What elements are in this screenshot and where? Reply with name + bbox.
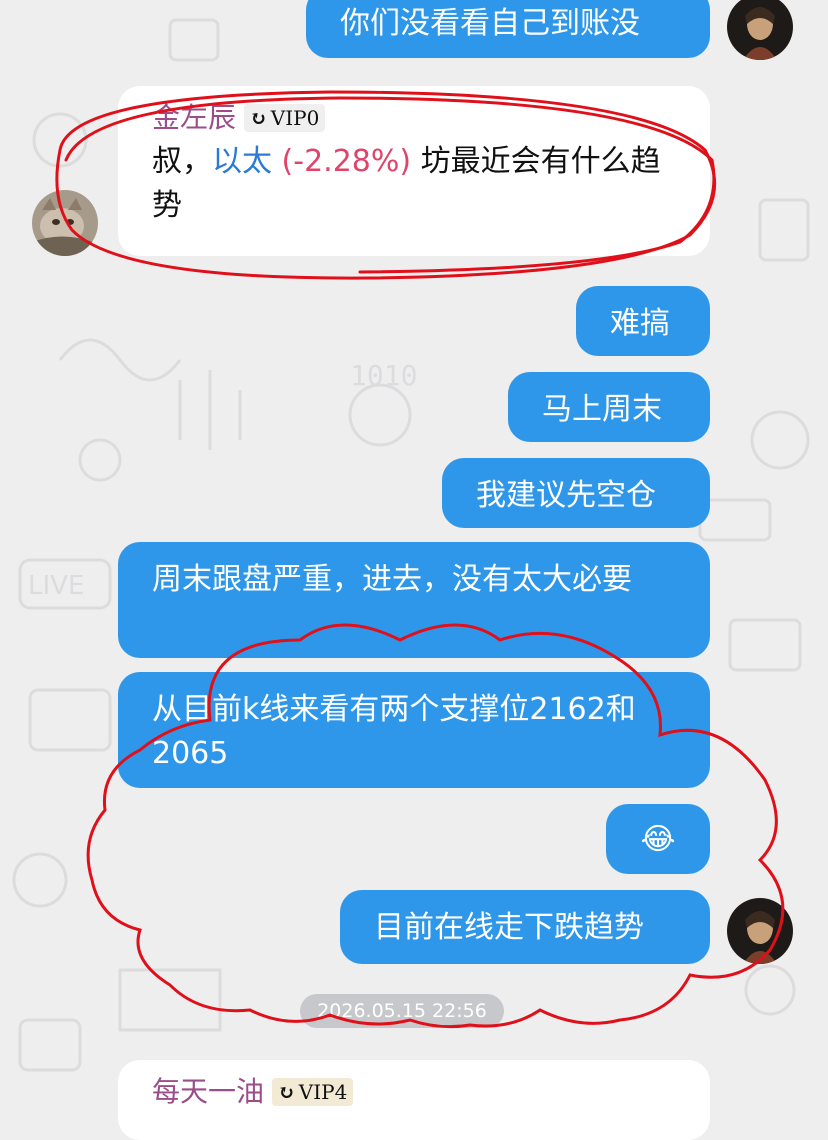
- message-bubble-outgoing[interactable]: 马上周末: [508, 372, 710, 442]
- avatar-self[interactable]: [727, 0, 793, 60]
- vip-badge[interactable]: ↻ VIP4: [272, 1078, 354, 1106]
- vip-swirl-icon: ↻: [278, 1080, 295, 1104]
- message-text: 周末跟盘严重，进去，没有太大必要: [152, 562, 632, 597]
- message-bubble-outgoing[interactable]: 我建议先空仓: [442, 458, 710, 528]
- svg-text:1010: 1010: [350, 359, 417, 392]
- vip-level: VIP0: [270, 106, 320, 130]
- message-text: 你们没看看自己到账没: [340, 6, 640, 41]
- sender-row: 每天一油 ↻ VIP4: [152, 1074, 676, 1110]
- sender-name[interactable]: 每天一油: [152, 1074, 264, 1110]
- svg-text:LIVE: LIVE: [28, 571, 84, 601]
- sender-name[interactable]: 金左辰: [152, 100, 236, 136]
- message-bubble-outgoing[interactable]: 从目前k线来看有两个支撑位2162和2065: [118, 672, 710, 788]
- message-text: 难搞: [610, 306, 670, 341]
- vip-badge[interactable]: ↻ VIP0: [244, 104, 326, 132]
- ticker-link[interactable]: 以太: [212, 144, 272, 179]
- emoji-laughing: 😂: [640, 822, 676, 857]
- message-bubble-outgoing[interactable]: 目前在线走下跌趋势: [340, 890, 710, 964]
- ticker-change[interactable]: (-2.28%): [282, 144, 412, 179]
- timestamp: 2026.05.15 22:56: [300, 994, 504, 1028]
- message-bubble-outgoing[interactable]: 你们没看看自己到账没: [306, 0, 710, 58]
- message-bubble-incoming[interactable]: 每天一油 ↻ VIP4: [118, 1060, 710, 1140]
- message-text: 叔，以太 (-2.28%) 坊最近会有什么趋势: [152, 140, 676, 228]
- message-text: 我建议先空仓: [476, 478, 656, 513]
- message-text: 马上周末: [542, 392, 662, 427]
- message-bubble-outgoing[interactable]: 😂: [606, 804, 710, 874]
- message-bubble-outgoing[interactable]: 难搞: [576, 286, 710, 356]
- avatar-sender[interactable]: [32, 190, 98, 256]
- message-bubble-incoming[interactable]: 金左辰 ↻ VIP0 叔，以太 (-2.28%) 坊最近会有什么趋势: [118, 86, 710, 256]
- vip-level: VIP4: [298, 1080, 348, 1104]
- avatar-self[interactable]: [727, 898, 793, 964]
- message-text-prefix: 叔，: [152, 144, 212, 179]
- vip-swirl-icon: ↻: [250, 106, 267, 130]
- message-bubble-outgoing[interactable]: 周末跟盘严重，进去，没有太大必要: [118, 542, 710, 658]
- sender-row: 金左辰 ↻ VIP0: [152, 100, 676, 136]
- message-text: 目前在线走下跌趋势: [374, 910, 644, 945]
- message-text: 从目前k线来看有两个支撑位2162和2065: [152, 692, 636, 771]
